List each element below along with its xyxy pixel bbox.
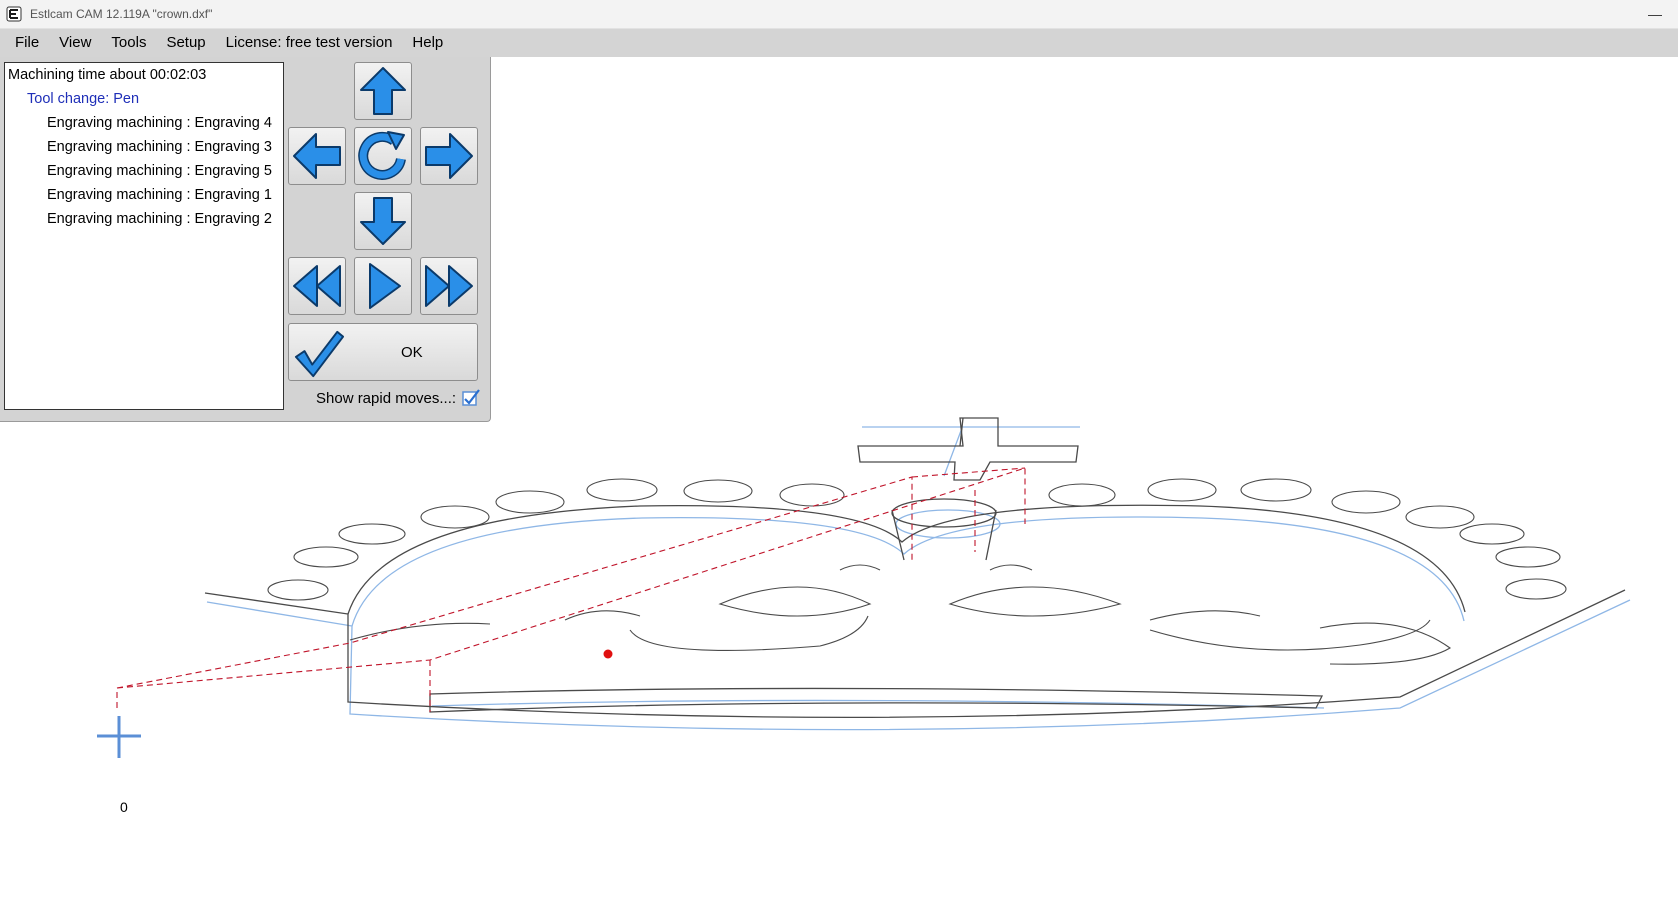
title-bar: Estlcam CAM 12.119A "crown.dxf" — — [0, 0, 1678, 29]
operation-list[interactable]: Machining time about 00:02:03 Tool chang… — [4, 62, 284, 410]
ok-button[interactable]: OK — [288, 323, 478, 381]
arrow-up-icon — [360, 67, 406, 115]
move-right-button[interactable] — [420, 127, 478, 185]
menu-setup[interactable]: Setup — [156, 29, 215, 57]
show-rapid-moves-row[interactable]: Show rapid moves...: — [316, 387, 480, 409]
ok-label: OK — [401, 344, 423, 361]
move-up-button[interactable] — [354, 62, 412, 120]
list-item[interactable]: Engraving machining : Engraving 3 — [5, 135, 283, 159]
menu-license[interactable]: License: free test version — [216, 29, 403, 57]
play-icon — [369, 263, 401, 309]
window-title: Estlcam CAM 12.119A "crown.dxf" — [30, 7, 213, 21]
rotate-icon — [358, 131, 406, 180]
move-left-button[interactable] — [288, 127, 346, 185]
estlcam-icon — [6, 6, 22, 22]
show-rapid-moves-label: Show rapid moves...: — [316, 389, 457, 407]
arrow-left-icon — [293, 133, 341, 179]
move-down-button[interactable] — [354, 192, 412, 250]
check-icon — [294, 330, 345, 378]
origin-label: 0 — [120, 799, 128, 815]
play-button[interactable] — [354, 257, 412, 315]
menu-bar: File View Tools Setup License: free test… — [0, 29, 1678, 57]
rotate-button[interactable] — [354, 127, 412, 185]
machining-panel: Machining time about 00:02:03 Tool chang… — [0, 57, 491, 422]
arrow-down-icon — [360, 197, 406, 245]
menu-help[interactable]: Help — [402, 29, 453, 57]
show-rapid-moves-checkbox[interactable] — [462, 389, 480, 407]
list-item[interactable]: Engraving machining : Engraving 2 — [5, 207, 283, 231]
list-item[interactable]: Engraving machining : Engraving 1 — [5, 183, 283, 207]
fast-forward-button[interactable] — [420, 257, 478, 315]
minimize-button[interactable]: — — [1632, 0, 1678, 28]
tool-change-item[interactable]: Tool change: Pen — [5, 87, 283, 111]
menu-tools[interactable]: Tools — [101, 29, 156, 57]
list-item[interactable]: Engraving machining : Engraving 4 — [5, 111, 283, 135]
menu-file[interactable]: File — [0, 29, 49, 57]
fast-forward-icon — [425, 265, 473, 307]
rewind-button[interactable] — [288, 257, 346, 315]
rewind-icon — [293, 265, 341, 307]
menu-view[interactable]: View — [49, 29, 101, 57]
machining-time: Machining time about 00:02:03 — [8, 67, 207, 83]
list-item[interactable]: Engraving machining : Engraving 5 — [5, 159, 283, 183]
arrow-right-icon — [425, 133, 473, 179]
